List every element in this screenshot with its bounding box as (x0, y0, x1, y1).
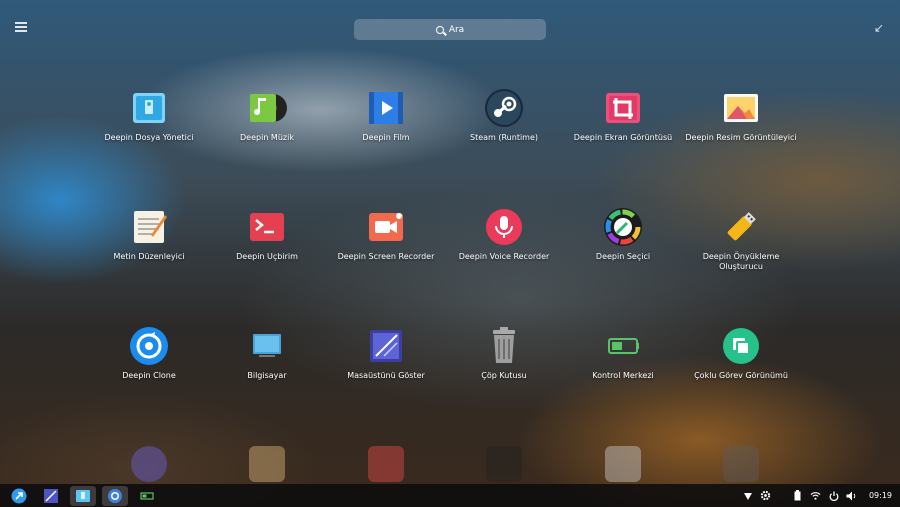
file-manager-icon (129, 88, 169, 128)
search-placeholder: Ara (448, 24, 465, 35)
mini-mode-icon[interactable]: ↙ (871, 20, 887, 36)
image-viewer-icon (721, 88, 761, 128)
dock-launcher[interactable] (6, 486, 32, 506)
app-screenshot[interactable]: Deepin Ekran Görüntüsü (563, 88, 683, 143)
app-label: Kontrol Merkezi (592, 371, 654, 380)
app-file-manager[interactable]: Deepin Dosya Yönetici (89, 88, 209, 143)
app-label: Deepin Film (362, 133, 410, 142)
file-manager-icon (76, 489, 90, 502)
app-computer[interactable]: Bilgisayar (207, 326, 327, 381)
app-voice-recorder[interactable]: Deepin Voice Recorder (444, 207, 564, 262)
app-label: Çöp Kutusu (481, 371, 527, 380)
color-picker-icon (603, 207, 643, 247)
app-label: Metin Düzenleyici (113, 252, 185, 261)
app-image-viewer[interactable]: Deepin Resim Görüntüleyici (681, 88, 801, 143)
launcher-icon (11, 488, 27, 503)
app-label: Bilgisayar (247, 371, 287, 380)
app-label: Deepin Önyükleme Oluşturucu (702, 252, 780, 271)
screen-recorder-icon (366, 207, 406, 247)
dock-browser[interactable] (102, 485, 128, 506)
app-control-center[interactable]: Kontrol Merkezi (563, 326, 683, 381)
app-label: Deepin Clone (122, 371, 176, 380)
app-label: Deepin Ekran Görüntüsü (573, 133, 673, 142)
multitask-view-icon (721, 326, 761, 366)
app-icon-partial[interactable] (486, 446, 522, 482)
app-label: Deepin Resim Görüntüleyici (685, 133, 797, 142)
app-label: Deepin Screen Recorder (337, 252, 435, 261)
clone-icon (129, 326, 169, 366)
text-editor-icon (129, 207, 169, 247)
music-icon (247, 88, 287, 128)
category-mode-icon[interactable] (15, 20, 27, 34)
wifi-icon[interactable] (807, 484, 825, 507)
search-icon (435, 25, 444, 34)
app-boot-maker[interactable]: Deepin Önyükleme Oluşturucu (681, 207, 801, 272)
app-icon-partial[interactable] (605, 446, 641, 482)
screenshot-icon (603, 88, 643, 128)
show-desktop-icon (366, 326, 406, 366)
system-tray: 09:19 (739, 484, 900, 507)
app-label: Deepin Seçici (595, 252, 651, 261)
movie-icon (366, 88, 406, 128)
terminal-icon (247, 207, 287, 247)
control-center-icon (603, 326, 643, 366)
steam-icon (484, 88, 524, 128)
app-terminal[interactable]: Deepin Uçbirim (207, 207, 327, 262)
power-icon[interactable] (825, 484, 843, 507)
app-clone[interactable]: Deepin Clone (89, 326, 209, 381)
app-icon-partial[interactable] (249, 446, 285, 482)
app-trash[interactable]: Çöp Kutusu (444, 326, 564, 381)
app-label: Steam (Runtime) (469, 133, 539, 142)
app-text-editor[interactable]: Metin Düzenleyici (89, 207, 209, 262)
dock-show-desktop[interactable] (38, 486, 64, 506)
app-label: Deepin Dosya Yönetici (104, 133, 194, 142)
app-screen-recorder[interactable]: Deepin Screen Recorder (326, 207, 446, 262)
app-label: Deepin Müzik (240, 133, 294, 142)
app-label: Deepin Voice Recorder (458, 252, 550, 261)
notification-icon[interactable] (739, 484, 757, 507)
boot-maker-icon (721, 207, 761, 247)
app-label: Masaüstünü Göster (347, 371, 425, 380)
gear-icon[interactable] (757, 484, 775, 507)
app-color-picker[interactable]: Deepin Seçici (563, 207, 683, 262)
voice-recorder-icon (484, 207, 524, 247)
volume-icon[interactable] (843, 484, 861, 507)
app-label: Deepin Uçbirim (236, 252, 298, 261)
app-icon-partial[interactable] (368, 446, 404, 482)
app-multitask-view[interactable]: Çoklu Görev Görünümü (681, 326, 801, 381)
browser-icon (108, 488, 122, 503)
app-icon-partial[interactable] (723, 446, 759, 482)
dock: 09:19 (0, 484, 900, 507)
app-movie[interactable]: Deepin Film (326, 88, 446, 143)
app-music[interactable]: Deepin Müzik (207, 88, 327, 143)
trash-icon (484, 326, 524, 366)
clock[interactable]: 09:19 (869, 491, 892, 500)
search-input[interactable]: Ara (354, 19, 546, 40)
show-desktop-icon (44, 488, 58, 503)
launcher-fullscreen: Ara ↙ Deepin Dosya Yönetici Deepin Müzik… (0, 0, 900, 507)
next-row-preview (0, 440, 900, 485)
computer-icon (247, 326, 287, 366)
dock-file-manager[interactable] (70, 485, 96, 506)
app-show-desktop[interactable]: Masaüstünü Göster (326, 326, 446, 381)
system-monitor-icon (140, 491, 154, 500)
app-label: Çoklu Görev Görünümü (694, 371, 788, 380)
app-icon-partial[interactable] (131, 446, 167, 482)
battery-icon[interactable] (789, 484, 807, 507)
dock-system-monitor[interactable] (134, 486, 160, 506)
app-steam[interactable]: Steam (Runtime) (444, 88, 564, 143)
